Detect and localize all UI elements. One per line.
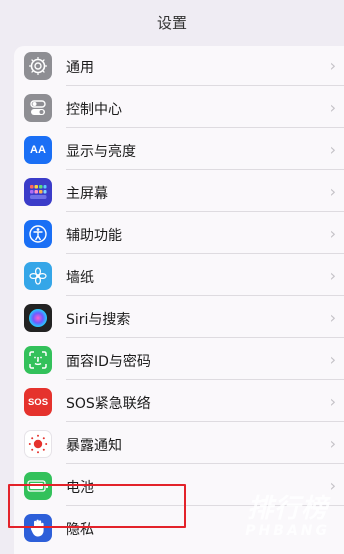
toggle-icon bbox=[24, 94, 52, 122]
settings-row-label: 通用 bbox=[66, 60, 94, 76]
settings-row-accessibility[interactable]: 辅助功能 › bbox=[14, 214, 344, 254]
settings-row-label: 墙纸 bbox=[66, 270, 94, 286]
watermark-sub: PHBANG bbox=[245, 523, 330, 539]
watermark: 排行榜 PHBANG bbox=[245, 488, 330, 539]
divider bbox=[66, 379, 344, 380]
settings-row-wallpaper[interactable]: 墙纸 › bbox=[14, 256, 344, 296]
chevron-right-icon: › bbox=[329, 224, 336, 243]
chevron-right-icon: › bbox=[329, 308, 336, 327]
chevron-right-icon: › bbox=[329, 392, 336, 411]
settings-row-exposure[interactable]: 暴露通知 › bbox=[14, 424, 344, 464]
settings-row-label: 暴露通知 bbox=[66, 438, 122, 454]
divider bbox=[66, 211, 344, 212]
flower-icon bbox=[24, 262, 52, 290]
exposure-icon bbox=[24, 430, 52, 458]
divider bbox=[66, 127, 344, 128]
watermark-main: 排行榜 bbox=[247, 494, 329, 524]
divider bbox=[66, 337, 344, 338]
gear-icon bbox=[24, 52, 52, 80]
divider bbox=[66, 295, 344, 296]
sos-icon: SOS bbox=[24, 388, 52, 416]
face-id-icon bbox=[24, 346, 52, 374]
settings-row-home-screen[interactable]: 主屏幕 › bbox=[14, 172, 344, 212]
highlight-box bbox=[8, 484, 186, 528]
chevron-right-icon: › bbox=[329, 266, 336, 285]
app-grid-icon bbox=[24, 178, 52, 206]
divider bbox=[66, 463, 344, 464]
divider bbox=[66, 169, 344, 170]
settings-row-label: 主屏幕 bbox=[66, 186, 108, 202]
settings-row-label: 控制中心 bbox=[66, 102, 122, 118]
siri-icon bbox=[24, 304, 52, 332]
divider bbox=[66, 253, 344, 254]
settings-row-label: 辅助功能 bbox=[66, 228, 122, 244]
chevron-right-icon: › bbox=[329, 434, 336, 453]
divider bbox=[66, 421, 344, 422]
settings-row-label: 显示与亮度 bbox=[66, 144, 136, 160]
chevron-right-icon: › bbox=[329, 98, 336, 117]
settings-row-emergency-sos[interactable]: SOS SOS紧急联络 › bbox=[14, 382, 344, 422]
settings-row-label: Siri与搜索 bbox=[66, 312, 131, 328]
chevron-right-icon: › bbox=[329, 350, 336, 369]
accessibility-icon bbox=[24, 220, 52, 248]
chevron-right-icon: › bbox=[329, 476, 336, 495]
settings-row-general[interactable]: 通用 › bbox=[14, 46, 344, 86]
chevron-right-icon: › bbox=[329, 182, 336, 201]
settings-row-control-center[interactable]: 控制中心 › bbox=[14, 88, 344, 128]
settings-row-display[interactable]: AA 显示与亮度 › bbox=[14, 130, 344, 170]
icon-text: SOS bbox=[27, 396, 49, 408]
settings-row-label: SOS紧急联络 bbox=[66, 396, 151, 412]
divider bbox=[66, 85, 344, 86]
settings-list: 通用 › 控制中心 › AA 显示与亮度 › 主屏幕 › 辅助功能 › 墙纸 ›… bbox=[14, 46, 344, 554]
settings-row-siri[interactable]: Siri与搜索 › bbox=[14, 298, 344, 338]
chevron-right-icon: › bbox=[329, 56, 336, 75]
chevron-right-icon: › bbox=[329, 140, 336, 159]
text-size-icon: AA bbox=[24, 136, 52, 164]
settings-row-face-id[interactable]: 面容ID与密码 › bbox=[14, 340, 344, 380]
settings-row-label: 面容ID与密码 bbox=[66, 354, 151, 370]
icon-text: AA bbox=[30, 144, 46, 156]
nav-title: 设置 bbox=[156, 14, 187, 32]
